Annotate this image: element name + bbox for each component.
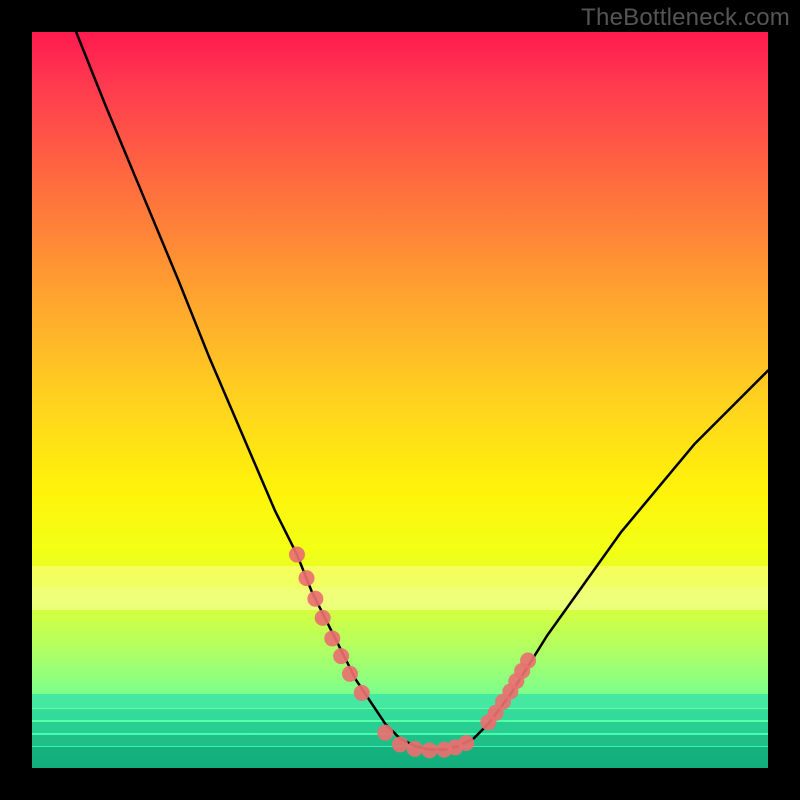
marker-valley — [458, 735, 474, 751]
marker-left — [307, 591, 323, 607]
marker-valley — [392, 736, 408, 752]
marker-valley — [407, 741, 423, 757]
chart-frame: TheBottleneck.com — [0, 0, 800, 800]
marker-left — [333, 648, 349, 664]
marker-left — [289, 547, 305, 563]
bottleneck-curve — [76, 32, 768, 750]
marker-valley — [421, 742, 437, 758]
watermark-text: TheBottleneck.com — [581, 4, 790, 32]
marker-right — [520, 653, 536, 669]
marker-left — [299, 570, 315, 586]
marker-valley — [377, 725, 393, 741]
marker-left — [354, 685, 370, 701]
plot-area — [32, 32, 768, 768]
curve-layer — [32, 32, 768, 768]
marker-left — [342, 666, 358, 682]
marker-left — [315, 610, 331, 626]
marker-left — [324, 630, 340, 646]
